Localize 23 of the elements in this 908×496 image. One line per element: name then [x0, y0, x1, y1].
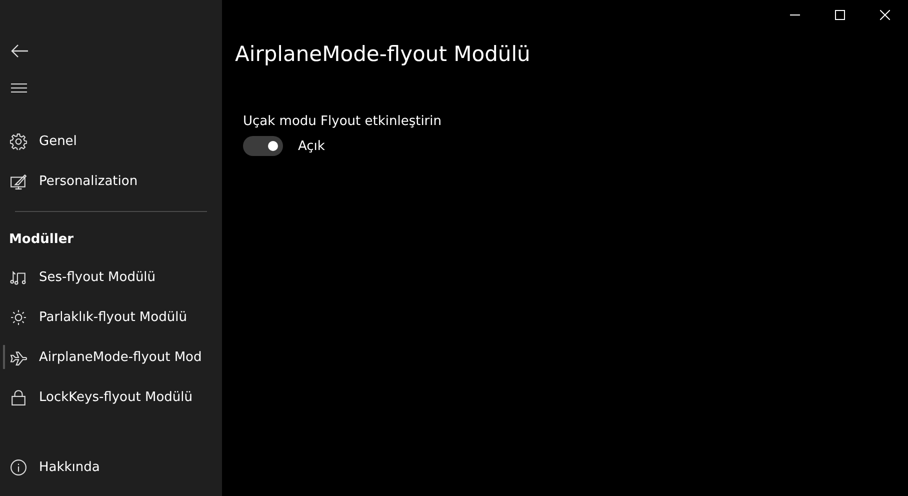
- back-arrow-icon[interactable]: [11, 44, 29, 58]
- toggle-switch[interactable]: [243, 136, 283, 156]
- nav-item[interactable]: Genel: [0, 121, 222, 161]
- brush-icon: [10, 172, 27, 190]
- toggle-state-text: Açık: [298, 138, 325, 154]
- airplane-icon: [10, 348, 27, 366]
- lock-icon: [10, 388, 27, 406]
- nav-item[interactable]: LockKeys-flyout Modülü: [0, 377, 222, 417]
- nav-item[interactable]: Hakkında: [0, 447, 222, 487]
- sun-icon: [10, 308, 27, 326]
- info-icon: [10, 458, 27, 476]
- maximize-icon[interactable]: [835, 10, 845, 20]
- music-icon: [10, 268, 27, 286]
- section-header: Modüller: [8, 231, 75, 249]
- close-icon[interactable]: [880, 10, 890, 20]
- page-title: AirplaneMode-flyout Modülü: [235, 42, 532, 66]
- nav-item[interactable]: Personalization: [0, 161, 222, 201]
- setting-label: Uçak modu Flyout etkinleştirin: [243, 114, 442, 129]
- menu-icon[interactable]: [11, 82, 27, 94]
- nav-item[interactable]: Parlaklık-flyout Modülü: [0, 297, 222, 337]
- gear-icon: [10, 132, 27, 150]
- nav-item[interactable]: Ses-flyout Modülü: [0, 257, 222, 297]
- selection-indicator: [3, 345, 5, 369]
